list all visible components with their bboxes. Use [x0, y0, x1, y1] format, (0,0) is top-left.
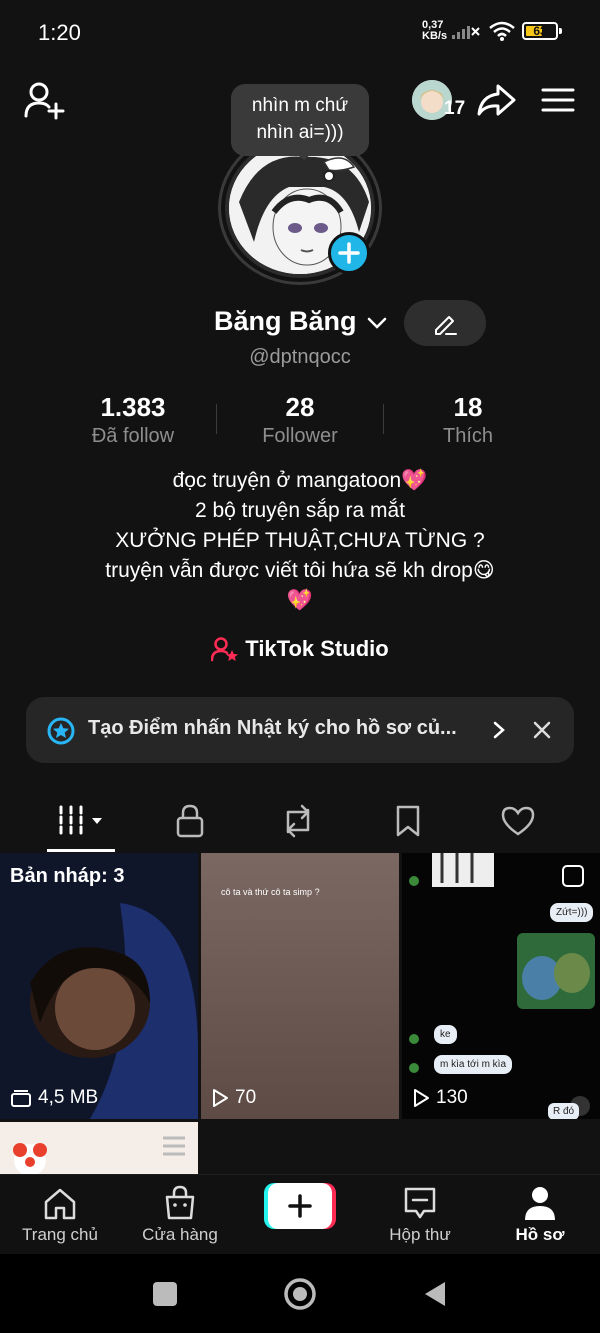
share-icon — [477, 84, 516, 116]
multi-photo-icon — [562, 865, 584, 887]
tab-favorites[interactable] — [378, 790, 438, 852]
add-friend-button[interactable] — [20, 78, 68, 122]
network-speed: 0,37 KB/s — [422, 19, 448, 42]
recents-button[interactable] — [153, 1282, 177, 1306]
draft-thumbnail — [0, 853, 198, 1119]
system-nav-bar — [0, 1254, 600, 1333]
grid-icon — [59, 805, 102, 837]
create-button[interactable] — [264, 1183, 336, 1229]
video-views: 130 — [412, 1087, 468, 1109]
wifi-icon — [489, 21, 515, 41]
signal-icon — [452, 26, 480, 39]
video-caption: cô ta và thứ cô ta simp ? — [221, 887, 320, 897]
profile-name[interactable]: Băng Băng — [214, 306, 388, 337]
story-count-badge: 17 — [444, 98, 466, 119]
tab-private[interactable] — [160, 790, 220, 852]
profile-handle: @dptnqocc — [249, 346, 351, 368]
battery-icon: 63 — [522, 22, 558, 40]
hamburger-icon — [541, 88, 575, 112]
nav-inbox[interactable]: Hộp thư — [370, 1181, 470, 1245]
home-button[interactable] — [283, 1277, 317, 1311]
play-icon — [213, 1089, 228, 1107]
tab-liked[interactable] — [488, 790, 548, 852]
add-person-icon — [24, 82, 65, 120]
highlight-banner[interactable]: Tạo Điểm nhấn Nhật ký cho hồ sơ củ... — [26, 697, 574, 763]
status-bar: 1:20 0,37 KB/s 63 — [0, 0, 600, 64]
battery-tip — [559, 28, 562, 34]
pencil-icon — [435, 316, 457, 335]
play-icon — [414, 1089, 429, 1107]
menu-button[interactable] — [536, 80, 580, 120]
edit-profile-button[interactable] — [404, 300, 486, 346]
heart-emoji: 💖 — [286, 589, 314, 612]
inbox-icon — [404, 1187, 436, 1219]
shopping-bag-icon — [165, 1185, 195, 1220]
stat-likes[interactable]: 18 Thích — [383, 392, 553, 448]
video-tile[interactable]: Zứt=))) ke m kìa tới m kìa R đó 130 — [402, 853, 600, 1119]
create-button-face — [268, 1183, 332, 1229]
nav-shop[interactable]: Cửa hàng — [130, 1181, 230, 1245]
video-tile[interactable] — [0, 1122, 198, 1174]
video-thumbnail — [0, 1122, 198, 1174]
profile-note-bubble[interactable]: nhìn m chứ nhìn ai=))) — [231, 84, 369, 156]
lock-icon — [176, 804, 204, 838]
home-icon — [44, 1188, 76, 1220]
bookmark-icon — [396, 805, 420, 837]
storage-icon — [11, 1090, 31, 1107]
status-time: 1:20 — [38, 20, 81, 45]
yum-emoji: 😋 — [472, 559, 495, 582]
heart-icon — [501, 806, 535, 836]
video-views: 70 — [211, 1087, 256, 1109]
bubble-tail — [292, 150, 316, 160]
nav-profile[interactable]: Hồ sơ — [490, 1181, 590, 1245]
close-icon[interactable] — [532, 720, 552, 740]
chat-bubble: Zứt=))) — [550, 903, 594, 922]
share-button[interactable] — [474, 80, 518, 120]
chevron-right-icon[interactable] — [492, 720, 506, 740]
person-star-icon — [211, 637, 239, 662]
bottom-nav: Trang chủ Cửa hàng Hộp thư Hồ sơ — [0, 1174, 600, 1255]
stat-following[interactable]: 1.383 Đã follow — [48, 392, 218, 448]
heart-emoji: 💖 — [401, 469, 428, 492]
video-tile[interactable]: cô ta và thứ cô ta simp ? 70 — [201, 853, 399, 1119]
profile-tabs — [0, 790, 600, 852]
profile-bio: đọc truyện ở mangatoon💖 2 bộ truyện sắp … — [0, 466, 600, 616]
repost-icon — [286, 804, 310, 838]
tab-videos[interactable] — [47, 790, 115, 852]
drafts-size: 4,5 MB — [10, 1087, 98, 1109]
chat-bubble: ke — [434, 1025, 457, 1044]
tab-reposts[interactable] — [268, 790, 328, 852]
chat-bubble: m kìa tới m kìa — [434, 1055, 513, 1074]
profile-icon — [525, 1187, 555, 1220]
video-thumbnail — [402, 853, 600, 1119]
chevron-down-icon — [367, 317, 387, 329]
chat-bubble: R đó — [548, 1103, 580, 1119]
plus-icon — [288, 1194, 312, 1218]
drafts-label: Bản nháp: 3 — [10, 865, 125, 887]
star-badge-icon — [47, 717, 75, 745]
add-avatar-button[interactable] — [328, 232, 370, 274]
plus-icon — [338, 242, 360, 264]
drafts-tile[interactable]: Bản nháp: 3 4,5 MB — [0, 853, 198, 1119]
active-tab-indicator — [47, 849, 115, 852]
stat-followers[interactable]: 28 Follower — [215, 392, 385, 448]
tiktok-studio-link[interactable]: TikTok Studio — [0, 636, 600, 662]
back-button[interactable] — [422, 1280, 448, 1308]
nav-home[interactable]: Trang chủ — [10, 1181, 110, 1245]
